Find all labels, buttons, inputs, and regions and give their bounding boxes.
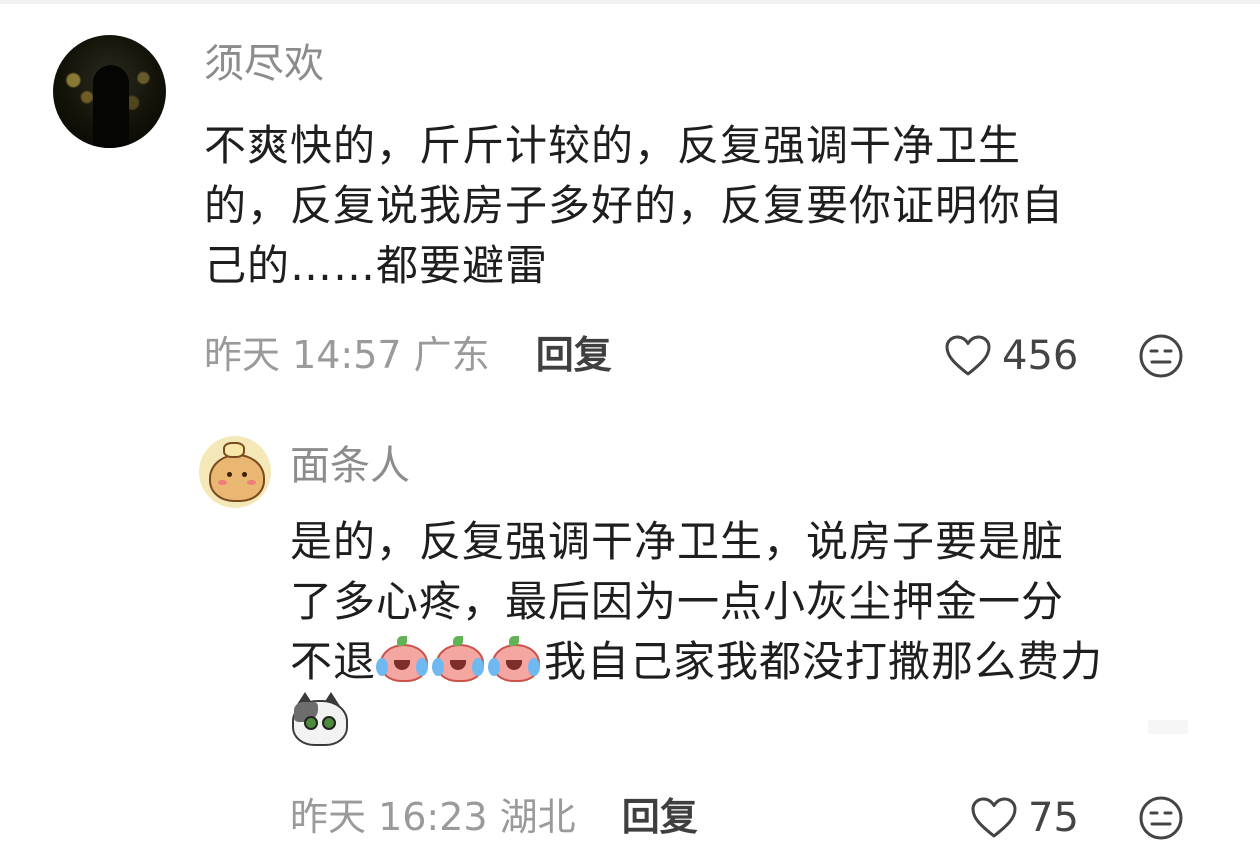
crying-peach-emoji: [376, 636, 429, 682]
timestamp-location: 昨天 16:23 湖北: [290, 795, 576, 839]
comment-text-line: 不退 我自己家我都没打撒那么费力: [290, 632, 1230, 692]
avatar-eye: [227, 472, 232, 477]
background-artifact: [1148, 720, 1188, 734]
avatar[interactable]: [199, 436, 271, 508]
neutral-face-icon[interactable]: [1138, 795, 1184, 841]
reply-button[interactable]: 回复: [622, 795, 698, 839]
like-count: 75: [1028, 795, 1079, 841]
comment-text: 是的，反复强调干净卫生，说房子要是脏 了多心疼，最后因为一点小灰尘押金一分 不退…: [290, 512, 1230, 752]
reply-comment: 面条人 是的，反复强调干净卫生，说房子要是脏 了多心疼，最后因为一点小灰尘押金一…: [0, 0, 1260, 858]
comment-text-line: 是的，反复强调干净卫生，说房子要是脏: [290, 517, 1065, 566]
like-button[interactable]: 75: [970, 792, 1079, 844]
comment-text-line: 了多心疼，最后因为一点小灰尘押金一分: [290, 577, 1065, 626]
crying-peach-emoji: [432, 636, 485, 682]
avatar-bun-character: [209, 454, 265, 502]
avatar-blush: [247, 480, 256, 485]
avatar-bow: [223, 442, 245, 458]
username[interactable]: 面条人: [290, 440, 410, 492]
comment-meta: 昨天 16:23 湖北 回复: [290, 792, 698, 842]
cat-emoji: [290, 692, 348, 746]
comment-text-line: [290, 692, 1230, 752]
avatar-blush: [218, 480, 227, 485]
comment-text-fragment: 不退: [290, 637, 377, 686]
crying-peach-emoji: [488, 636, 541, 682]
avatar-eye: [242, 472, 247, 477]
comment-text-fragment: 我自己家我都没打撒那么费力: [544, 637, 1104, 686]
heart-outline-icon: [971, 797, 1017, 838]
